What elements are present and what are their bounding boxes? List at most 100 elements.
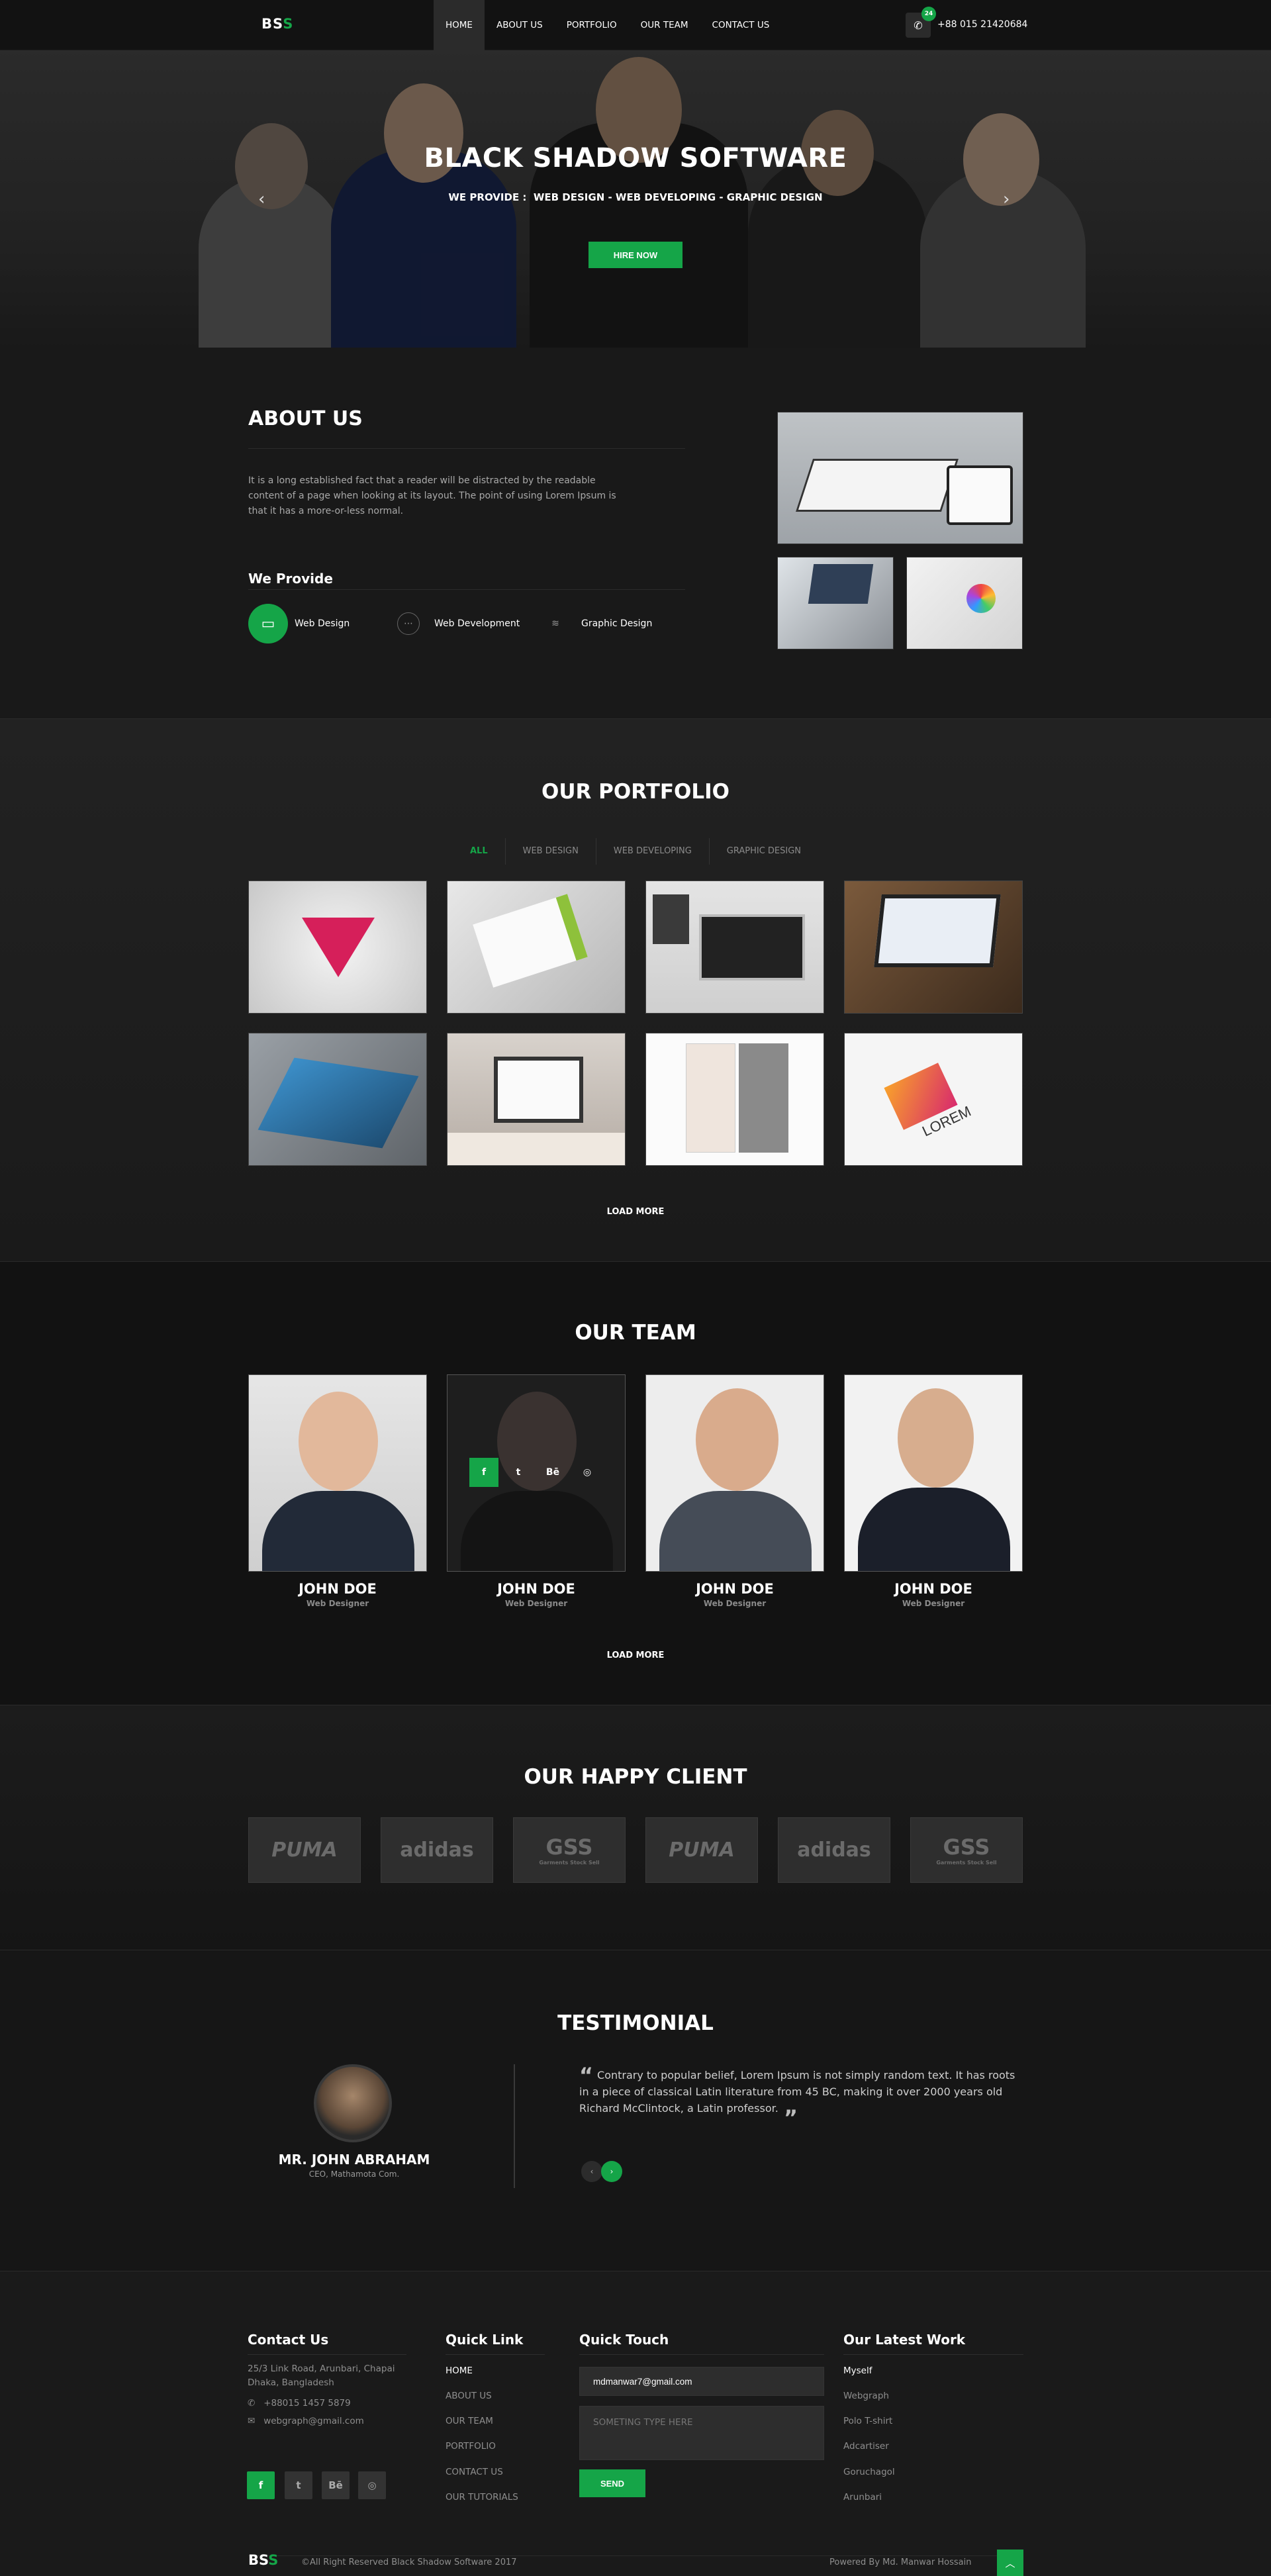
back-to-top-icon[interactable]: ︿ <box>997 2550 1023 2576</box>
gss-mark: GSS <box>943 1835 990 1860</box>
about-text: It is a long established fact that a rea… <box>248 475 616 516</box>
footer-email: ✉ webgraph@gmail.com <box>248 2414 364 2428</box>
code-icon: ⋯ <box>397 612 420 635</box>
about-section: ABOUT US It is a long established fact t… <box>0 348 1271 718</box>
filter-web-design[interactable]: WEB DESIGN <box>506 838 596 865</box>
monitor-icon: ▭ <box>248 604 288 644</box>
filter-all[interactable]: ALL <box>453 838 506 865</box>
portfolio-item[interactable] <box>248 881 427 1014</box>
hero-slider: BLACK SHADOW SOFTWARE WE PROVIDE : WEB D… <box>0 50 1271 348</box>
footer-quicktouch-title: Quick Touch <box>579 2332 669 2348</box>
provide-web-design[interactable]: ▭ Web Design <box>248 604 350 644</box>
latest-work-item[interactable]: Myself <box>843 2365 872 2376</box>
face-shape <box>696 1388 778 1491</box>
latest-work-item[interactable]: Polo T-shirt <box>843 2416 892 2426</box>
filter-graphic-design[interactable]: GRAPHIC DESIGN <box>710 838 818 865</box>
portfolio-item[interactable] <box>645 1033 824 1166</box>
footer-link-contact[interactable]: CONTACT US <box>446 2467 503 2477</box>
site-logo[interactable]: BSS <box>261 16 293 32</box>
about-image-laptop <box>777 557 894 649</box>
latest-work-item[interactable]: Arunbari <box>843 2492 882 2503</box>
latest-work-item[interactable]: Adcartiser <box>843 2441 889 2452</box>
client-avatar <box>314 2064 392 2142</box>
footer-behance-icon[interactable]: Bē <box>322 2471 350 2499</box>
client-logo-gss[interactable]: GSS Garments Stock Sell <box>910 1817 1023 1883</box>
footer-link-team[interactable]: OUR TEAM <box>446 2416 493 2426</box>
latest-work-item[interactable]: Webgraph <box>843 2391 889 2401</box>
client-logo-puma[interactable]: PUMA <box>248 1817 361 1883</box>
testimonial-prev-icon[interactable]: ‹ <box>581 2161 602 2182</box>
imac-shape <box>699 914 805 980</box>
suit-shape <box>262 1491 414 1571</box>
hire-now-button[interactable]: HIRE NOW <box>588 242 683 268</box>
face-shape <box>898 1388 974 1488</box>
nav-contact[interactable]: CONTACT US <box>700 0 782 50</box>
hero-subtitle-items: WEB DESIGN - WEB DEVELOPING - GRAPHIC DE… <box>533 191 823 203</box>
nav-portfolio[interactable]: PORTFOLIO <box>555 0 629 50</box>
portfolio-item[interactable] <box>447 1033 626 1166</box>
logo-text: BS <box>248 2552 269 2568</box>
provide-graphic-design[interactable]: ≋ Graphic Design <box>544 612 652 635</box>
client-logo-adidas[interactable]: adidas <box>381 1817 493 1883</box>
logo-text: BS <box>261 16 283 32</box>
team-load-more-button[interactable]: LOAD MORE <box>0 1650 1271 1660</box>
logo-accent: S <box>268 2552 279 2568</box>
facebook-icon[interactable]: f <box>469 1458 498 1487</box>
team-photo[interactable] <box>645 1374 824 1572</box>
footer-link-portfolio[interactable]: PORTFOLIO <box>446 2441 496 2452</box>
tablet-shape <box>947 465 1013 525</box>
client-logo-gss[interactable]: GSS Garments Stock Sell <box>513 1817 626 1883</box>
provide-web-development[interactable]: ⋯ Web Development <box>397 612 520 635</box>
divider <box>843 2354 1023 2355</box>
member-name: JOHN DOE <box>497 1581 575 1597</box>
divider <box>446 2354 545 2355</box>
phone-icon[interactable]: ✆ 24 <box>906 7 936 38</box>
imac-shape <box>494 1057 583 1123</box>
hero-prev-arrow-icon[interactable]: ‹ <box>258 189 265 209</box>
phone-badge: 24 <box>921 7 936 21</box>
dribbble-icon[interactable]: ◎ <box>573 1458 602 1487</box>
footer-link-tutorials[interactable]: OUR TUTORIALS <box>446 2492 518 2503</box>
nav-team[interactable]: OUR TEAM <box>629 0 700 50</box>
portfolio-item[interactable] <box>447 881 626 1014</box>
nav-about[interactable]: ABOUT US <box>485 0 555 50</box>
member-role: Web Designer <box>504 1599 568 1608</box>
footer-logo[interactable]: BSS <box>248 2552 278 2568</box>
filter-web-developing[interactable]: WEB DEVELOPING <box>596 838 710 865</box>
footer-link-about[interactable]: ABOUT US <box>446 2391 492 2401</box>
portfolio-item[interactable] <box>844 881 1023 1014</box>
gss-mark: GSS <box>545 1835 593 1860</box>
stationery-shape <box>473 894 588 988</box>
testimonial-next-icon[interactable]: › <box>601 2161 622 2182</box>
face-shape <box>299 1392 378 1491</box>
footer-address: 25/3 Link Road, Arunbari, Chapai Dhaka, … <box>248 2363 395 2388</box>
footer-facebook-icon[interactable]: f <box>247 2471 275 2499</box>
client-logo-adidas[interactable]: adidas <box>778 1817 890 1883</box>
behance-icon[interactable]: Bē <box>538 1458 567 1487</box>
footer-link-home[interactable]: HOME <box>446 2365 473 2376</box>
portfolio-item[interactable] <box>645 881 824 1014</box>
team-photo[interactable] <box>248 1374 427 1572</box>
footer-email-field[interactable] <box>579 2367 824 2396</box>
portfolio-item[interactable]: LOREM <box>844 1033 1023 1166</box>
portfolio-load-more-button[interactable]: LOAD MORE <box>0 1207 1271 1217</box>
team-photo[interactable] <box>844 1374 1023 1572</box>
logo-accent: S <box>283 16 294 32</box>
divider <box>248 589 685 590</box>
portfolio-item[interactable] <box>248 1033 427 1166</box>
latest-work-item[interactable]: Goruchagol <box>843 2467 895 2477</box>
footer-twitter-icon[interactable]: t <box>285 2471 312 2499</box>
clients-title: OUR HAPPY CLIENT <box>524 1765 747 1789</box>
footer-message-field[interactable] <box>579 2406 824 2460</box>
twitter-icon[interactable]: t <box>504 1458 533 1487</box>
desk-shape <box>447 1133 625 1165</box>
hero-next-arrow-icon[interactable]: › <box>1003 189 1010 209</box>
divider <box>248 2354 406 2355</box>
footer-dribbble-icon[interactable]: ◎ <box>358 2471 386 2499</box>
send-button[interactable]: SEND <box>579 2469 645 2497</box>
client-logo-puma[interactable]: PUMA <box>645 1817 758 1883</box>
portfolio-filters: ALL WEB DESIGN WEB DEVELOPING GRAPHIC DESIG… <box>248 838 1023 865</box>
nav-home[interactable]: HOME <box>434 0 485 50</box>
mail-icon: ✉ <box>248 2416 256 2426</box>
team-title: OUR TEAM <box>575 1321 696 1345</box>
